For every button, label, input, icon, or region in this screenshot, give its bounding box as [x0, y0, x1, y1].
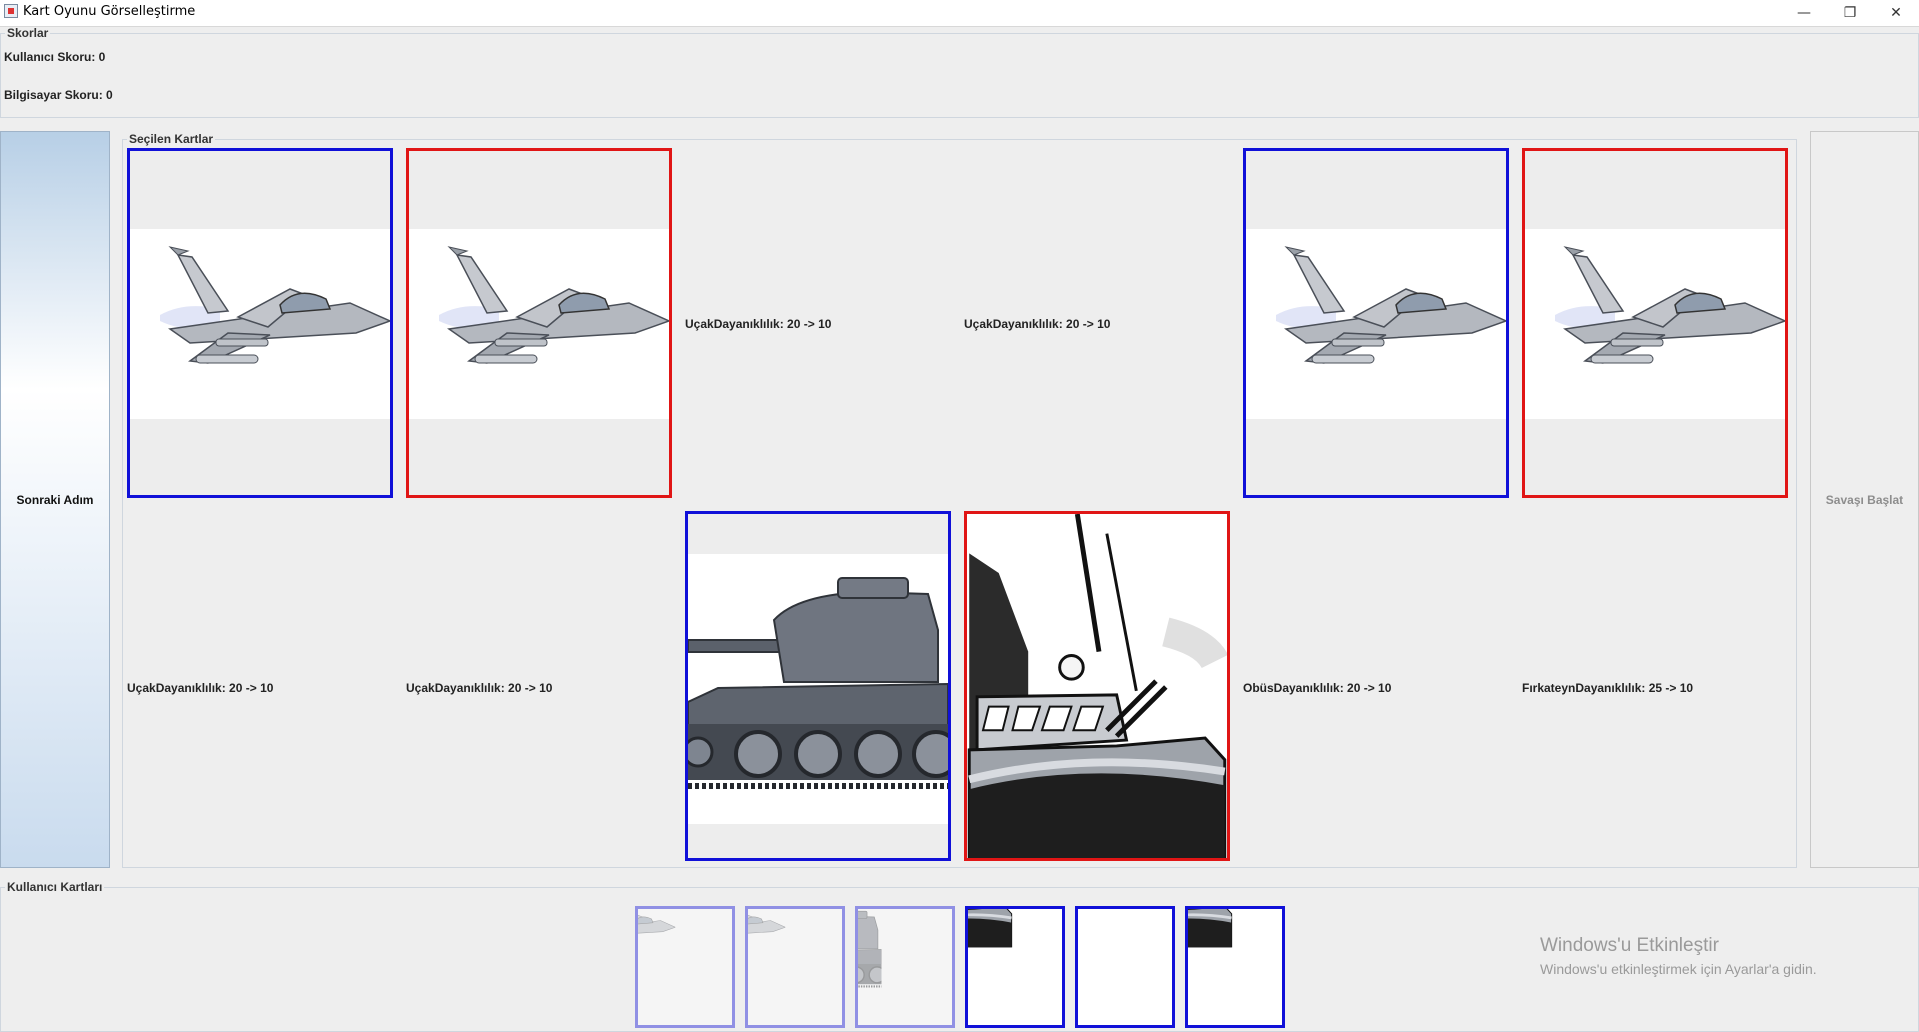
- selected-card-computer-jet-1[interactable]: [406, 148, 672, 498]
- close-icon[interactable]: ✕: [1873, 0, 1919, 26]
- selected-card-computer-frigate[interactable]: [964, 511, 1230, 861]
- selected-card-computer-jet-2[interactable]: [1522, 148, 1788, 498]
- activation-watermark-title: Windows'u Etkinleştir: [1540, 935, 1719, 956]
- minimize-icon[interactable]: —: [1781, 0, 1827, 26]
- frigate-icon: [968, 909, 1062, 1025]
- durability-text: UçakDayanıklılık: 20 -> 10: [964, 317, 1111, 331]
- user-card-jet[interactable]: [635, 906, 735, 1028]
- user-card-frigate[interactable]: [965, 906, 1065, 1028]
- durability-text: UçakDayanıklılık: 20 -> 10: [406, 681, 553, 695]
- user-card-tank[interactable]: [1075, 906, 1175, 1028]
- selected-card-user-jet-2[interactable]: [1243, 148, 1509, 498]
- window-title: Kart Oyunu Görselleştirme: [23, 4, 196, 19]
- durability-text: ObüsDayanıklılık: 20 -> 10: [1243, 681, 1392, 695]
- computer-score-label: Bilgisayar Skoru: 0: [4, 88, 113, 102]
- tank-icon: [1078, 909, 1172, 1025]
- window-titlebar: Kart Oyunu Görselleştirme — ❐ ✕: [0, 0, 1919, 27]
- jet-icon: [748, 909, 842, 1025]
- frigate-icon: [1188, 909, 1282, 1025]
- durability-text: UçakDayanıklılık: 20 -> 10: [685, 317, 832, 331]
- scores-panel: Skorlar: [0, 26, 1919, 118]
- jet-icon: [1246, 229, 1506, 419]
- jet-icon: [409, 229, 669, 419]
- scores-legend: Skorlar: [7, 26, 49, 40]
- tank-icon: [688, 554, 948, 824]
- restore-icon[interactable]: ❐: [1827, 0, 1873, 26]
- java-app-icon: [4, 4, 18, 18]
- jet-icon: [130, 229, 390, 419]
- jet-icon: [638, 909, 732, 1025]
- user-card-tank[interactable]: [855, 906, 955, 1028]
- jet-icon: [1525, 229, 1785, 419]
- durability-text: UçakDayanıklılık: 20 -> 10: [127, 681, 274, 695]
- durability-text: FırkateynDayanıklılık: 25 -> 10: [1522, 681, 1694, 695]
- selected-card-user-jet-1[interactable]: [127, 148, 393, 498]
- activation-watermark-subtitle: Windows'u etkinleştirmek için Ayarlar'a …: [1540, 961, 1817, 977]
- selected-card-user-tank[interactable]: [685, 511, 951, 861]
- frigate-icon: [967, 514, 1227, 858]
- next-step-button[interactable]: Sonraki Adım: [0, 131, 110, 868]
- user-score-label: Kullanıcı Skoru: 0: [4, 50, 106, 64]
- user-card-jet[interactable]: [745, 906, 845, 1028]
- start-war-button[interactable]: Savaşı Başlat: [1810, 131, 1919, 868]
- selected-cards-legend: Seçilen Kartlar: [129, 132, 214, 146]
- user-card-frigate[interactable]: [1185, 906, 1285, 1028]
- tank-icon: [858, 909, 952, 1025]
- user-cards-legend: Kullanıcı Kartları: [7, 880, 103, 894]
